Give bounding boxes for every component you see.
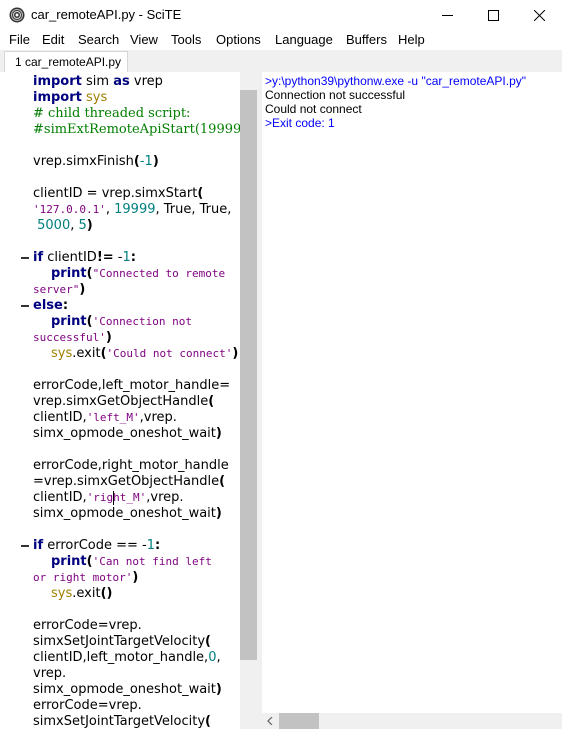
output-pane[interactable]: >y:\python39\pythonw.exe -u "car_remoteA… (262, 72, 562, 713)
code-line-31: vrep. (33, 666, 67, 681)
code-line-8: 5000, 5) (37, 218, 93, 233)
code-line-17: vrep.simxGetObjectHandle( (33, 394, 215, 409)
code-comment-1: # child threaded script: (33, 106, 191, 121)
tab-bar: 1 car_remoteAPI.py (0, 50, 562, 72)
code-line-16: errorCode,left_motor_handle= (33, 378, 231, 393)
code-line-26: or right motor') (33, 570, 139, 585)
code-line-22: clientID,'right_M',vrep. (33, 490, 184, 505)
close-button[interactable] (516, 0, 562, 30)
tab-label: 1 car_remoteAPI.py (15, 55, 122, 69)
tab-car-remoteapi[interactable]: 1 car_remoteAPI.py (4, 51, 128, 72)
code-line-19: simx_opmode_oneshot_wait) (33, 426, 222, 441)
menu-tools[interactable]: Tools (171, 32, 201, 47)
code-line-25: print('Can not find left (51, 554, 212, 569)
menu-search[interactable]: Search (78, 32, 119, 47)
menu-edit[interactable]: Edit (42, 32, 64, 47)
menu-options[interactable]: Options (216, 32, 261, 47)
scite-app-icon (9, 7, 25, 23)
fold-margin[interactable] (0, 72, 30, 729)
code-line-7: '127.0.0.1', 19999, True, True, (33, 202, 232, 217)
menu-help[interactable]: Help (398, 32, 425, 47)
code-line-28: errorCode=vrep. (33, 618, 142, 633)
code-line-21: =vrep.simxGetObjectHandle( (33, 474, 226, 489)
output-command-line: >y:\python39\pythonw.exe -u "car_remoteA… (265, 74, 526, 88)
output-line: Connection not successful (265, 88, 406, 102)
menu-language[interactable]: Language (275, 32, 333, 47)
scroll-left-icon[interactable] (266, 717, 274, 725)
minimize-button[interactable] (424, 0, 470, 30)
code-line-2: import sys (33, 90, 108, 105)
code-line-1: import sim as vrep (33, 74, 163, 89)
maximize-button[interactable] (470, 0, 516, 30)
code-line-5: vrep.simxFinish(-1) (33, 154, 159, 169)
output-line: Could not connect (265, 102, 362, 116)
code-line-10: print("Connected to remote (51, 266, 226, 281)
code-line-24: if errorCode == -1: (33, 538, 161, 553)
code-line-12: else: (33, 298, 69, 313)
code-line-6: clientID = vrep.simxStart( (33, 186, 204, 201)
scrollbar-thumb[interactable] (279, 713, 319, 729)
code-line-14: successful') (33, 330, 112, 345)
code-line-18: clientID,'left_M',vrep. (33, 410, 177, 425)
code-line-13: print('Connection not (51, 314, 192, 329)
maximize-icon (487, 9, 499, 21)
output-exit-code: >Exit code: 1 (265, 116, 335, 130)
scrollbar-thumb[interactable] (240, 90, 257, 660)
fold-marker[interactable] (21, 257, 29, 259)
code-line-30: clientID,left_motor_handle,0, (33, 650, 221, 665)
code-line-15: sys.exit('Could not connect') (51, 346, 239, 361)
menu-view[interactable]: View (130, 32, 158, 47)
code-line-20: errorCode,right_motor_handle (33, 458, 229, 473)
output-horizontal-scrollbar[interactable] (262, 713, 562, 729)
window-title: car_remoteAPI.py - SciTE (31, 7, 182, 22)
code-line-33: errorCode=vrep. (33, 698, 142, 713)
fold-marker[interactable] (21, 305, 29, 307)
title-bar: car_remoteAPI.py - SciTE (0, 0, 562, 30)
code-line-32: simx_opmode_oneshot_wait) (33, 682, 222, 697)
editor-vertical-scrollbar[interactable] (240, 72, 257, 729)
code-line-34: simxSetJointTargetVelocity( (33, 714, 211, 729)
text-caret (113, 491, 114, 505)
menu-file[interactable]: File (9, 32, 30, 47)
code-line-27: sys.exit() (51, 586, 113, 601)
minimize-icon (441, 14, 453, 16)
close-icon (533, 9, 545, 21)
code-line-9: if clientID!= -1: (33, 250, 136, 265)
code-line-23: simx_opmode_oneshot_wait) (33, 506, 222, 521)
code-comment-2: #simExtRemoteApiStart(19999) (33, 122, 240, 137)
menu-bar: File Edit Search View Tools Options Lang… (0, 30, 562, 50)
code-line-29: simxSetJointTargetVelocity( (33, 634, 211, 649)
code-line-11: server") (33, 282, 86, 297)
fold-marker[interactable] (21, 545, 29, 547)
code-editor[interactable]: import sim as vrep import sys # child th… (0, 72, 240, 729)
menu-buffers[interactable]: Buffers (346, 32, 387, 47)
